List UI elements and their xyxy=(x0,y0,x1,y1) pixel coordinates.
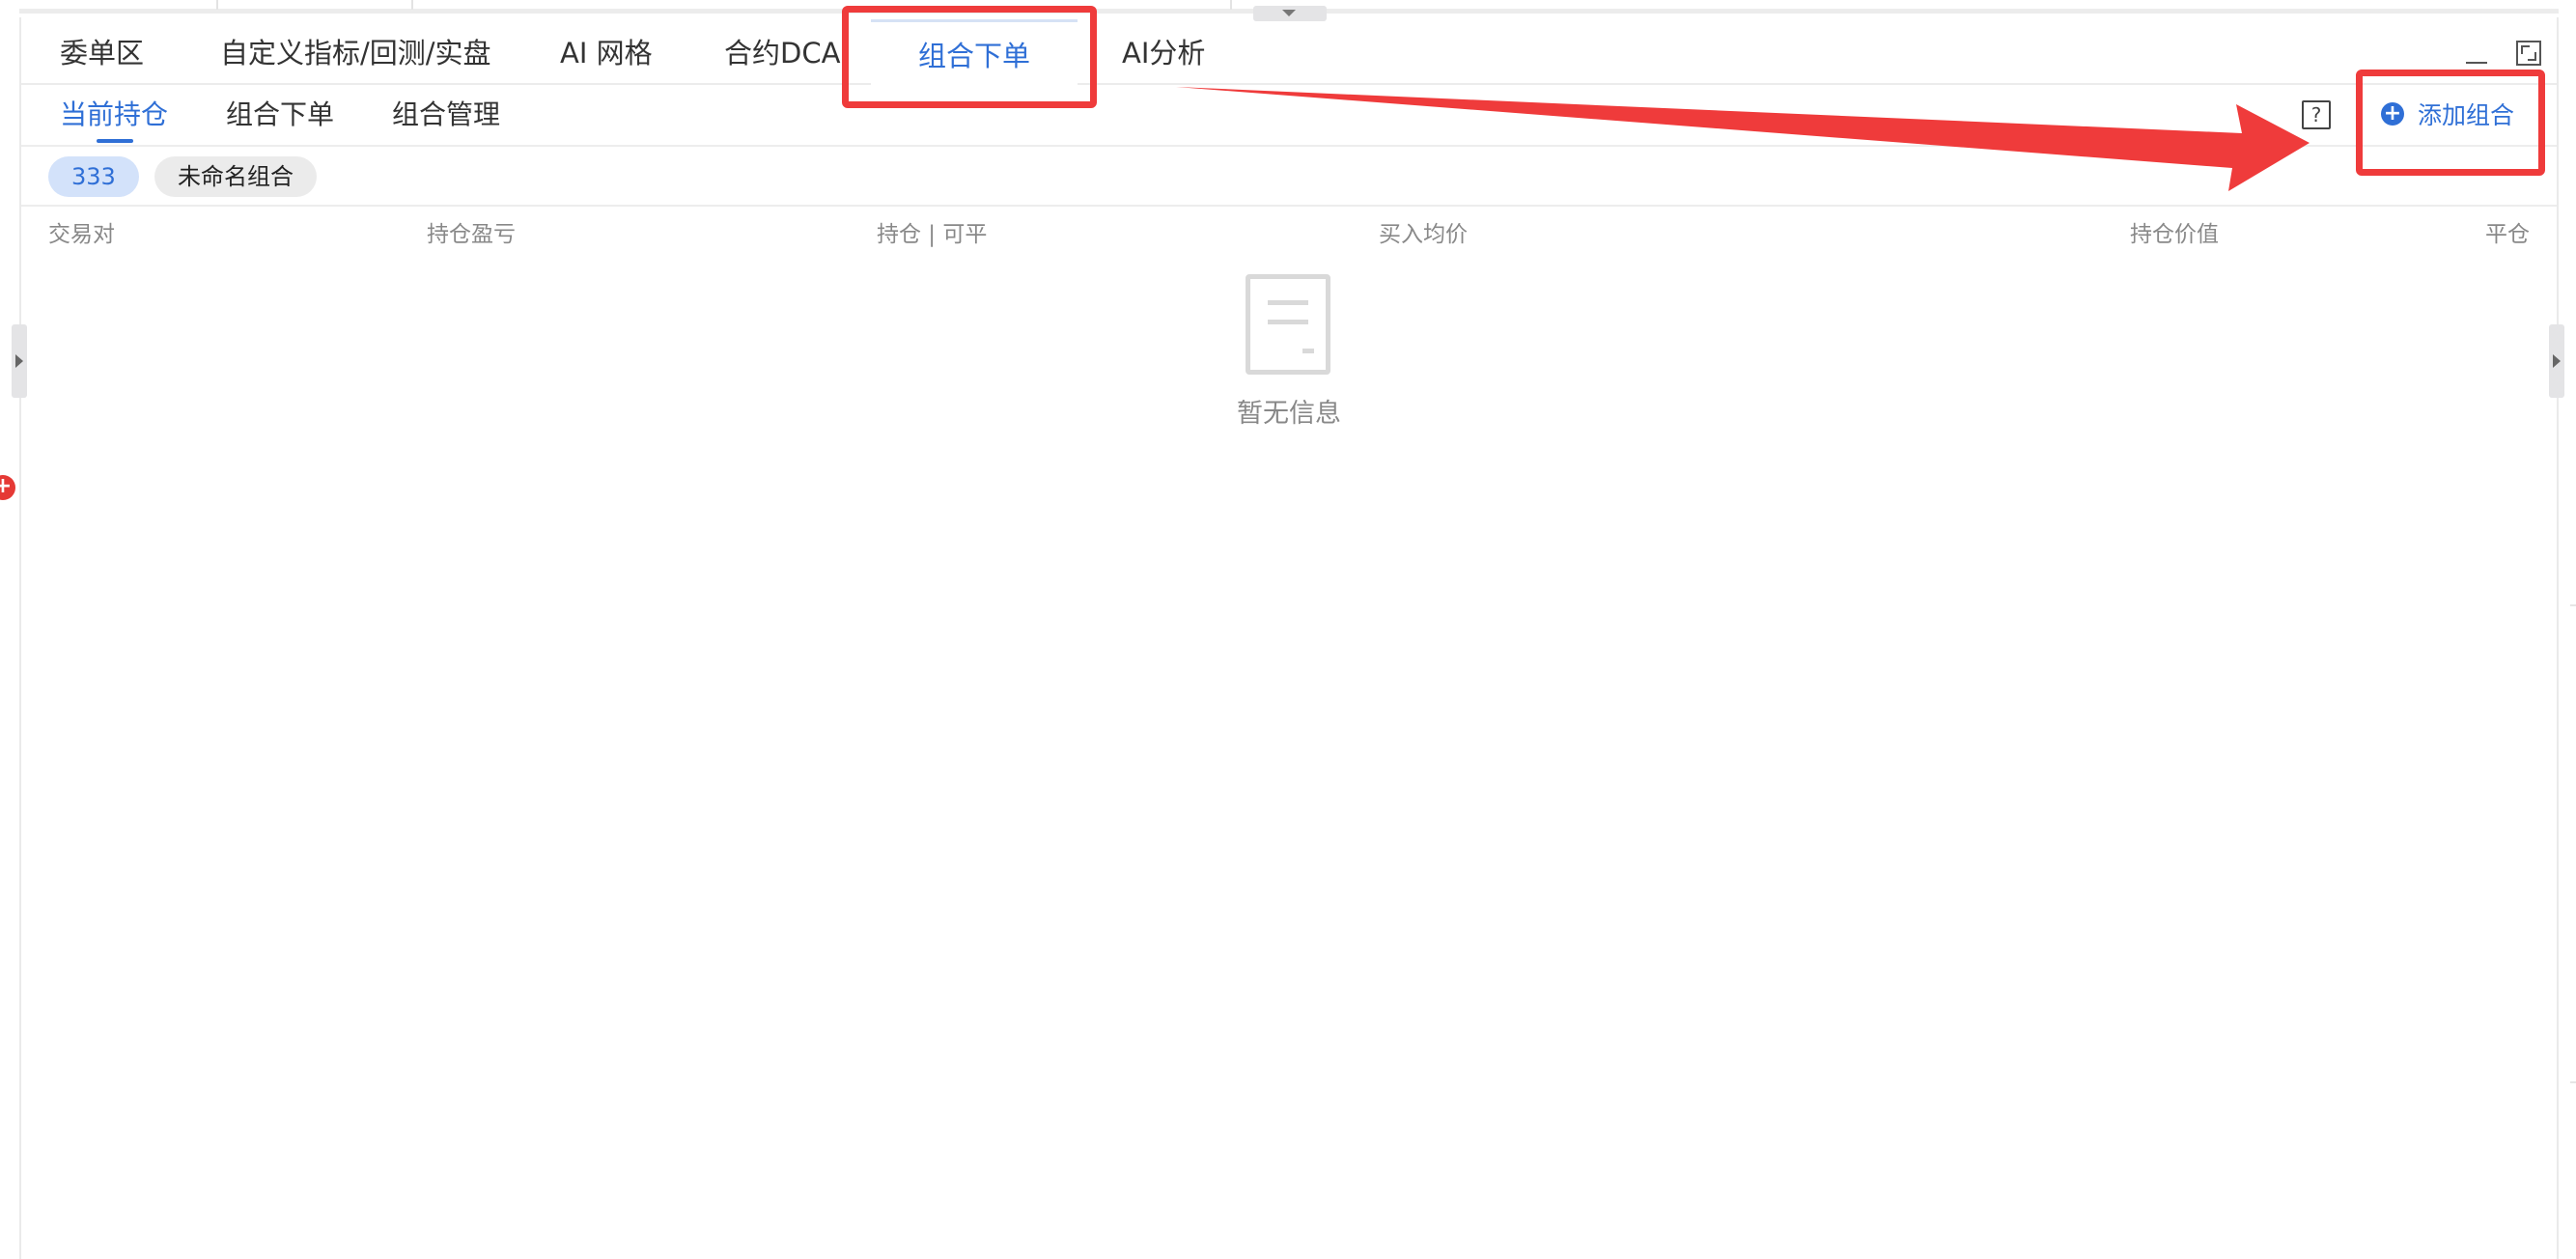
annotation-arrow xyxy=(1176,87,2310,191)
